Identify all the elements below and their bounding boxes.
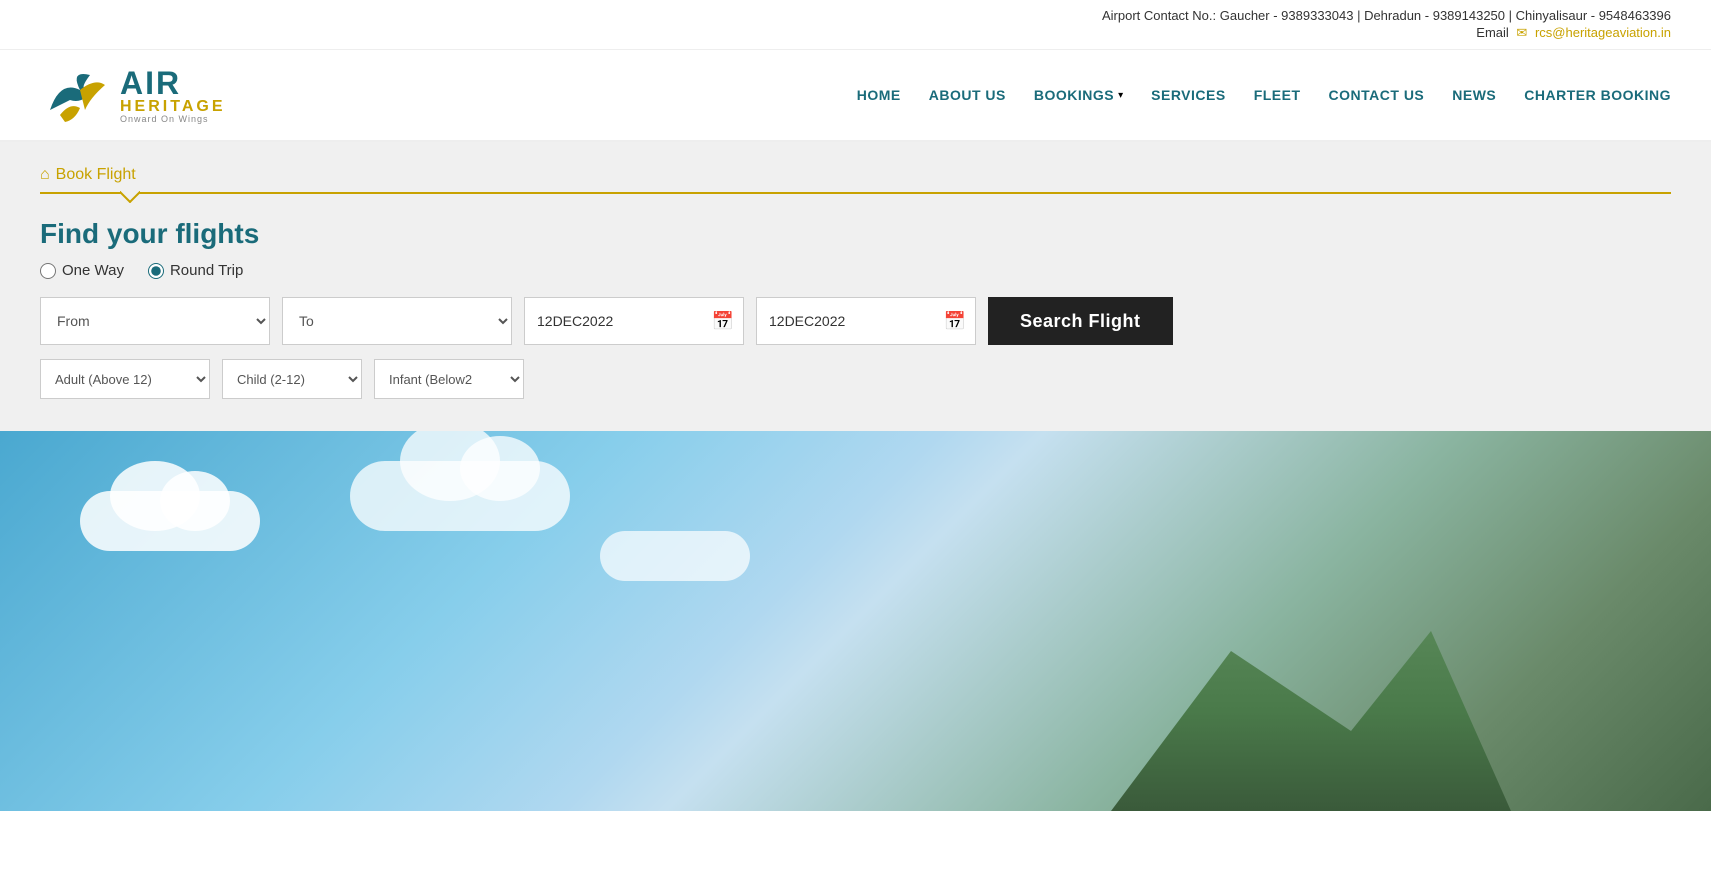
return-date-input[interactable] xyxy=(756,297,976,345)
search-flight-button[interactable]: Search Flight xyxy=(988,297,1173,345)
nav-services[interactable]: SERVICES xyxy=(1151,87,1226,103)
one-way-label[interactable]: One Way xyxy=(40,262,124,279)
round-trip-radio[interactable] xyxy=(148,263,164,279)
email-line: Email ✉ rcs@heritageaviation.in xyxy=(40,25,1671,41)
infant-select[interactable]: Infant (Below2 1 Infant 2 Infants xyxy=(374,359,524,399)
contact-info: Airport Contact No.: Gaucher - 938933304… xyxy=(40,8,1671,23)
round-trip-text: Round Trip xyxy=(170,262,243,279)
email-icon: ✉ xyxy=(1516,25,1527,40)
logo-tagline: Onward On Wings xyxy=(120,115,225,124)
email-link[interactable]: rcs@heritageaviation.in xyxy=(1535,25,1671,40)
search-row: From To 📅 📅 Search Flight xyxy=(40,297,1671,345)
adult-select[interactable]: Adult (Above 12) 1 Adult 2 Adults 3 Adul… xyxy=(40,359,210,399)
search-heading: Find your flights xyxy=(40,218,1671,250)
nav-bookings-link[interactable]: BOOKINGS xyxy=(1034,87,1114,103)
cloud-1 xyxy=(80,491,260,551)
one-way-radio[interactable] xyxy=(40,263,56,279)
logo-text: AIR HERITAGE Onward On Wings xyxy=(120,67,225,124)
header: AIR HERITAGE Onward On Wings HOME ABOUT … xyxy=(0,50,1711,142)
logo-area: AIR HERITAGE Onward On Wings xyxy=(40,60,225,130)
return-date-wrap: 📅 xyxy=(756,297,976,345)
logo-air: AIR xyxy=(120,67,225,99)
bookings-dropdown-arrow: ▾ xyxy=(1118,90,1123,101)
depart-date-wrap: 📅 xyxy=(524,297,744,345)
nav-home[interactable]: HOME xyxy=(857,87,901,103)
logo-heritage: HERITAGE xyxy=(120,99,225,115)
email-label: Email xyxy=(1476,25,1509,40)
nav-contact[interactable]: CONTACT US xyxy=(1329,87,1425,103)
nav-charter[interactable]: CHARTER BOOKING xyxy=(1524,87,1671,103)
home-icon: ⌂ xyxy=(40,166,50,184)
cloud-2 xyxy=(350,461,570,531)
nav-bookings[interactable]: BOOKINGS ▾ xyxy=(1034,87,1123,103)
contact-numbers: Gaucher - 9389333043 | Dehradun - 938914… xyxy=(1220,8,1671,23)
cloud-3 xyxy=(600,531,750,581)
nav: HOME ABOUT US BOOKINGS ▾ SERVICES FLEET … xyxy=(857,87,1671,103)
child-select[interactable]: Child (2-12) 1 Child 2 Children 3 Childr… xyxy=(222,359,362,399)
gold-divider xyxy=(40,192,1671,194)
hero-background xyxy=(0,431,1711,811)
content-area: ⌂ Book Flight Find your flights One Way … xyxy=(0,142,1711,431)
round-trip-label[interactable]: Round Trip xyxy=(148,262,243,279)
from-select[interactable]: From xyxy=(40,297,270,345)
nav-news[interactable]: NEWS xyxy=(1452,87,1496,103)
trip-type-selector: One Way Round Trip xyxy=(40,262,1671,279)
hero-image xyxy=(0,431,1711,811)
contact-label: Airport Contact No.: xyxy=(1102,8,1216,23)
depart-date-input[interactable] xyxy=(524,297,744,345)
one-way-text: One Way xyxy=(62,262,124,279)
breadcrumb: ⌂ Book Flight xyxy=(40,166,1671,184)
nav-about[interactable]: ABOUT US xyxy=(929,87,1006,103)
to-select[interactable]: To xyxy=(282,297,512,345)
top-bar: Airport Contact No.: Gaucher - 938933304… xyxy=(0,0,1711,50)
logo-icon xyxy=(40,60,120,130)
breadcrumb-text: Book Flight xyxy=(56,166,136,184)
gold-chevron-icon xyxy=(120,191,140,203)
passenger-row: Adult (Above 12) 1 Adult 2 Adults 3 Adul… xyxy=(40,359,1671,399)
nav-fleet[interactable]: FLEET xyxy=(1254,87,1301,103)
